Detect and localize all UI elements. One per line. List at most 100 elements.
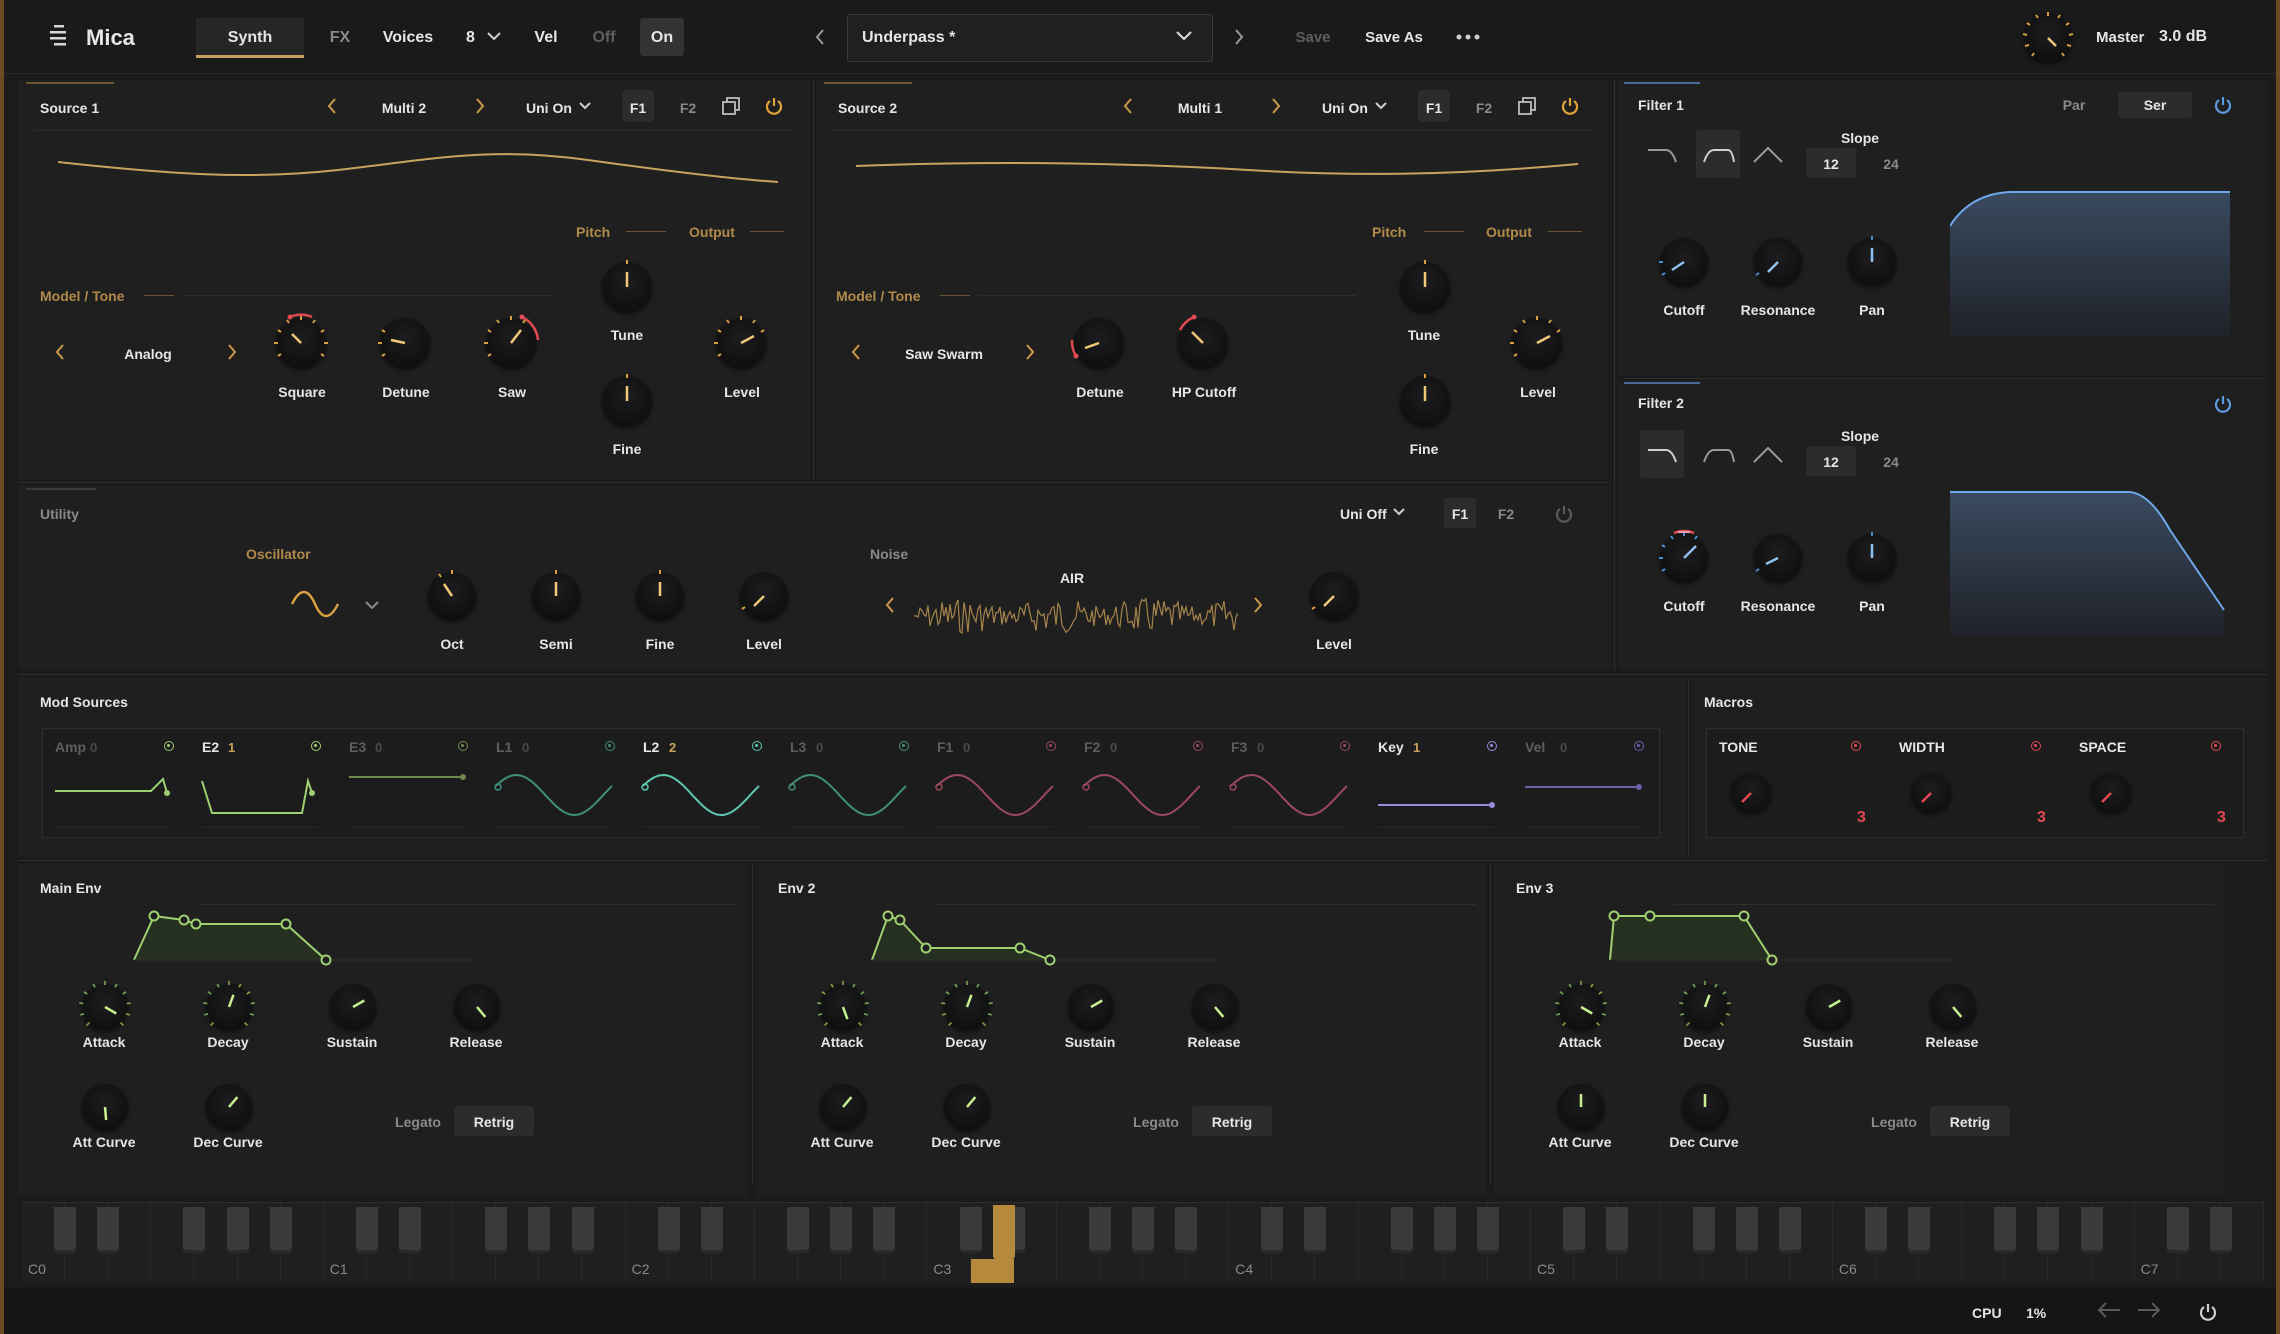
prev-model-icon[interactable]: [850, 343, 862, 361]
envelope-curve-display[interactable]: [776, 904, 1236, 984]
filter2-cutoff-knob[interactable]: [1659, 529, 1708, 582]
copy-icon[interactable]: [722, 97, 740, 115]
filter2-resonance-knob[interactable]: [1754, 534, 1802, 582]
black-key[interactable]: [1261, 1207, 1284, 1253]
mod-source-vel[interactable]: Vel 0: [1517, 729, 1660, 831]
power-icon[interactable]: [2198, 1302, 2218, 1322]
macro-space[interactable]: SPACE 3: [2071, 729, 2247, 831]
envelope-knob-release[interactable]: [454, 984, 500, 1030]
voices-count-select[interactable]: 8: [466, 29, 475, 47]
black-key[interactable]: [183, 1207, 206, 1253]
mod-source-f2[interactable]: F2 0: [1076, 729, 1219, 831]
utility-f2-button[interactable]: F2: [1498, 506, 1514, 522]
utility-unison-select[interactable]: Uni Off: [1340, 506, 1387, 522]
sine-wave-icon[interactable]: [290, 590, 340, 618]
envelope-knob-dec-curve[interactable]: [1682, 1084, 1728, 1130]
black-key[interactable]: [269, 1207, 292, 1253]
next-noise-icon[interactable]: [1252, 596, 1264, 614]
envelope-knob-dec-curve[interactable]: [944, 1084, 990, 1130]
envelope-knob-decay[interactable]: [1679, 981, 1731, 1030]
black-key[interactable]: [355, 1207, 378, 1253]
chevron-down-icon[interactable]: [578, 101, 592, 111]
macro-tone[interactable]: TONE 3: [1711, 729, 1887, 831]
black-key[interactable]: [1994, 1207, 2017, 1253]
mod-target-icon[interactable]: [164, 741, 174, 751]
black-key[interactable]: [787, 1207, 810, 1253]
mod-source-e3[interactable]: E3 0: [341, 729, 484, 831]
filter1-resonance-knob[interactable]: [1754, 238, 1802, 286]
black-key[interactable]: [830, 1207, 853, 1253]
mod-target-icon[interactable]: [1634, 741, 1644, 751]
black-key[interactable]: [959, 1207, 982, 1253]
envelope-knob-att-curve[interactable]: [82, 1084, 128, 1130]
mod-source-f1[interactable]: F1 0: [929, 729, 1072, 831]
source1-square-knob[interactable]: [274, 313, 328, 368]
mod-target-icon[interactable]: [1046, 741, 1056, 751]
black-key[interactable]: [1132, 1207, 1154, 1253]
black-key[interactable]: [2209, 1207, 2232, 1253]
next-preset-icon[interactable]: [1233, 28, 1245, 46]
envelope-knob-attack[interactable]: [1555, 981, 1607, 1030]
legato-button[interactable]: Legato: [395, 1114, 441, 1130]
envelope-knob-sustain[interactable]: [330, 984, 376, 1030]
utility-semi-knob[interactable]: [532, 570, 580, 620]
power-icon[interactable]: [2213, 394, 2233, 414]
utility-level-knob[interactable]: [740, 572, 788, 620]
source1-saw-knob[interactable]: [484, 314, 540, 368]
source1-unison-select[interactable]: Uni On: [526, 100, 572, 116]
mod-source-l2[interactable]: L2 2: [635, 729, 778, 831]
utility-fine-knob[interactable]: [636, 570, 684, 620]
master-volume-knob[interactable]: [2022, 12, 2074, 62]
mod-source-amp[interactable]: Amp 0: [47, 729, 190, 831]
filter1-cutoff-knob[interactable]: [1659, 238, 1708, 286]
source2-detune-knob[interactable]: [1070, 318, 1124, 368]
vel-off-button[interactable]: Off: [592, 29, 615, 47]
chevron-down-icon[interactable]: [1374, 101, 1388, 111]
black-key[interactable]: [700, 1207, 723, 1253]
envelope-knob-sustain[interactable]: [1806, 984, 1852, 1030]
tab-fx[interactable]: FX: [330, 29, 350, 47]
black-key[interactable]: [1476, 1207, 1499, 1253]
envelope-knob-att-curve[interactable]: [820, 1084, 866, 1130]
black-key[interactable]: [571, 1207, 594, 1253]
noise-level-knob[interactable]: [1310, 572, 1358, 620]
highpass-peak-icon[interactable]: [1750, 440, 1790, 470]
black-key[interactable]: [54, 1207, 77, 1253]
copy-icon[interactable]: [1518, 97, 1536, 115]
mod-target-icon[interactable]: [752, 741, 762, 751]
save-button[interactable]: Save: [1295, 29, 1330, 46]
power-icon[interactable]: [1554, 504, 1574, 524]
macro-knob[interactable]: [2091, 773, 2131, 813]
black-key[interactable]: [1864, 1207, 1887, 1253]
macro-target-icon[interactable]: [1851, 741, 1861, 751]
envelope-knob-release[interactable]: [1192, 984, 1238, 1030]
next-model-icon[interactable]: [226, 343, 238, 361]
undo-arrow-icon[interactable]: [2096, 1300, 2122, 1320]
source2-unison-select[interactable]: Uni On: [1322, 100, 1368, 116]
mod-target-icon[interactable]: [311, 741, 321, 751]
black-key[interactable]: [2166, 1207, 2189, 1253]
macro-width[interactable]: WIDTH 3: [1891, 729, 2067, 831]
mod-target-icon[interactable]: [605, 741, 615, 751]
legato-button[interactable]: Legato: [1871, 1114, 1917, 1130]
source1-level-knob[interactable]: [714, 316, 766, 368]
source1-f2-button[interactable]: F2: [680, 100, 696, 116]
prev-preset-icon[interactable]: [814, 28, 826, 46]
source2-f2-button[interactable]: F2: [1476, 100, 1492, 116]
source1-fine-knob[interactable]: [602, 374, 652, 426]
black-key[interactable]: [1778, 1207, 1801, 1253]
black-key[interactable]: [1088, 1207, 1111, 1253]
black-key[interactable]: [1175, 1207, 1198, 1253]
black-key[interactable]: [657, 1207, 680, 1253]
black-key[interactable]: [399, 1207, 422, 1253]
bandpass-filter-icon[interactable]: [1700, 440, 1740, 470]
save-as-button[interactable]: Save As: [1365, 29, 1423, 46]
black-key[interactable]: [873, 1207, 896, 1253]
black-key[interactable]: [2037, 1207, 2060, 1253]
black-key[interactable]: [528, 1207, 551, 1253]
envelope-knob-att-curve[interactable]: [1558, 1084, 1604, 1130]
mod-target-icon[interactable]: [1340, 741, 1350, 751]
filter1-slope-24-button[interactable]: 24: [1883, 156, 1899, 172]
highpass-peak-icon[interactable]: [1750, 140, 1790, 170]
prev-model-icon[interactable]: [54, 343, 66, 361]
